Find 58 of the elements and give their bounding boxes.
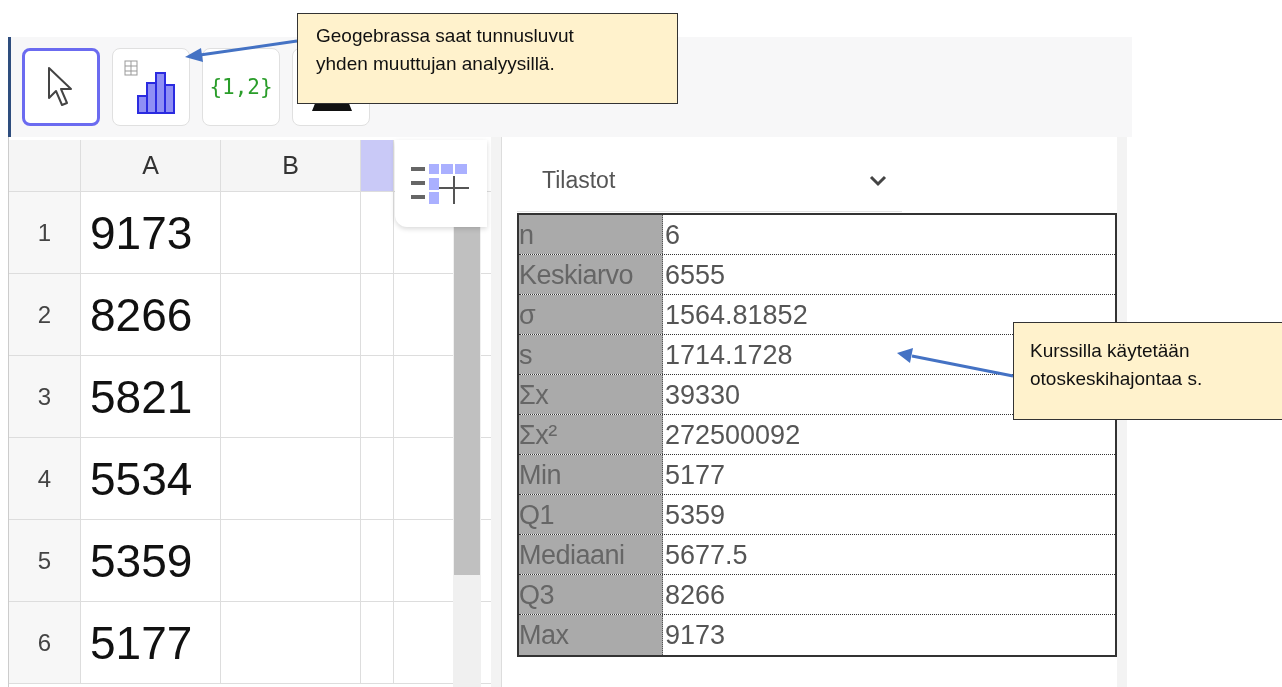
tool-button[interactable]: {1,2} <box>202 48 280 126</box>
table-cell[interactable] <box>221 520 361 602</box>
row-header[interactable]: 6 <box>9 602 81 684</box>
callout-text: Geogebrassa saat tunnusluvut yhden muuttujan analyysillä. <box>316 24 575 76</box>
table-cell[interactable] <box>221 274 361 356</box>
row-header[interactable]: 2 <box>9 274 81 356</box>
row-header[interactable]: 5 <box>9 520 81 602</box>
callout-text: Kurssilla käytetään otoskeskihajontaa s. <box>1030 339 1204 391</box>
statistic-value: 1564.81852 <box>664 299 808 332</box>
column-header[interactable]: A <box>81 140 221 192</box>
table-cell[interactable]: 5359 <box>81 520 221 602</box>
statistic-value: 8266 <box>664 579 726 612</box>
table-cell[interactable] <box>361 356 394 438</box>
tool-button[interactable] <box>22 48 100 126</box>
column-header[interactable]: B <box>221 140 361 192</box>
header-corner <box>9 140 81 192</box>
table-cell[interactable] <box>361 602 394 684</box>
table-cell[interactable] <box>221 602 361 684</box>
column-header[interactable] <box>361 140 394 192</box>
statistic-label: Max <box>519 615 663 655</box>
statistic-value: 5359 <box>664 499 726 532</box>
statistic-label: Σx² <box>519 415 663 454</box>
table-cell[interactable] <box>361 274 394 356</box>
statistic-label: Σx <box>519 375 663 414</box>
statistic-value: 1714.1728 <box>664 339 793 372</box>
table-cell[interactable] <box>361 192 394 274</box>
statistic-label: Keskiarvo <box>519 255 663 294</box>
table-cell[interactable] <box>221 438 361 520</box>
row-header[interactable]: 4 <box>9 438 81 520</box>
statistic-label: σ <box>519 295 663 334</box>
chevron-down-icon <box>869 174 887 187</box>
table-cell[interactable] <box>221 192 361 274</box>
table-cell[interactable] <box>361 438 394 520</box>
table-cell[interactable]: 5534 <box>81 438 221 520</box>
table-cell[interactable] <box>361 520 394 602</box>
statistic-value: 39330 <box>664 379 741 412</box>
statistic-value: 6 <box>664 219 681 252</box>
grid-lines-icon <box>411 161 471 206</box>
statistic-value: 6555 <box>664 259 726 292</box>
statistic-value: 9173 <box>664 619 726 652</box>
statistic-value: 5177 <box>664 459 726 492</box>
statistic-label: n <box>519 215 663 254</box>
statistic-label: Q1 <box>519 495 663 534</box>
statistic-value: 272500092 <box>664 419 801 452</box>
style-button[interactable] <box>395 140 487 227</box>
table-cell[interactable]: 9173 <box>81 192 221 274</box>
table-cell[interactable]: 5821 <box>81 356 221 438</box>
statistic-label: Mediaani <box>519 535 663 574</box>
statistic-value: 5677.5 <box>664 539 748 572</box>
statistic-label: s <box>519 335 663 374</box>
row-header[interactable]: 1 <box>9 192 81 274</box>
statistic-label: Min <box>519 455 663 494</box>
table-cell[interactable]: 8266 <box>81 274 221 356</box>
table-cell[interactable]: 5177 <box>81 602 221 684</box>
row-header[interactable]: 3 <box>9 356 81 438</box>
table-cell[interactable] <box>221 356 361 438</box>
statistic-label: Q3 <box>519 575 663 614</box>
scrollbar-thumb[interactable] <box>454 225 480 575</box>
